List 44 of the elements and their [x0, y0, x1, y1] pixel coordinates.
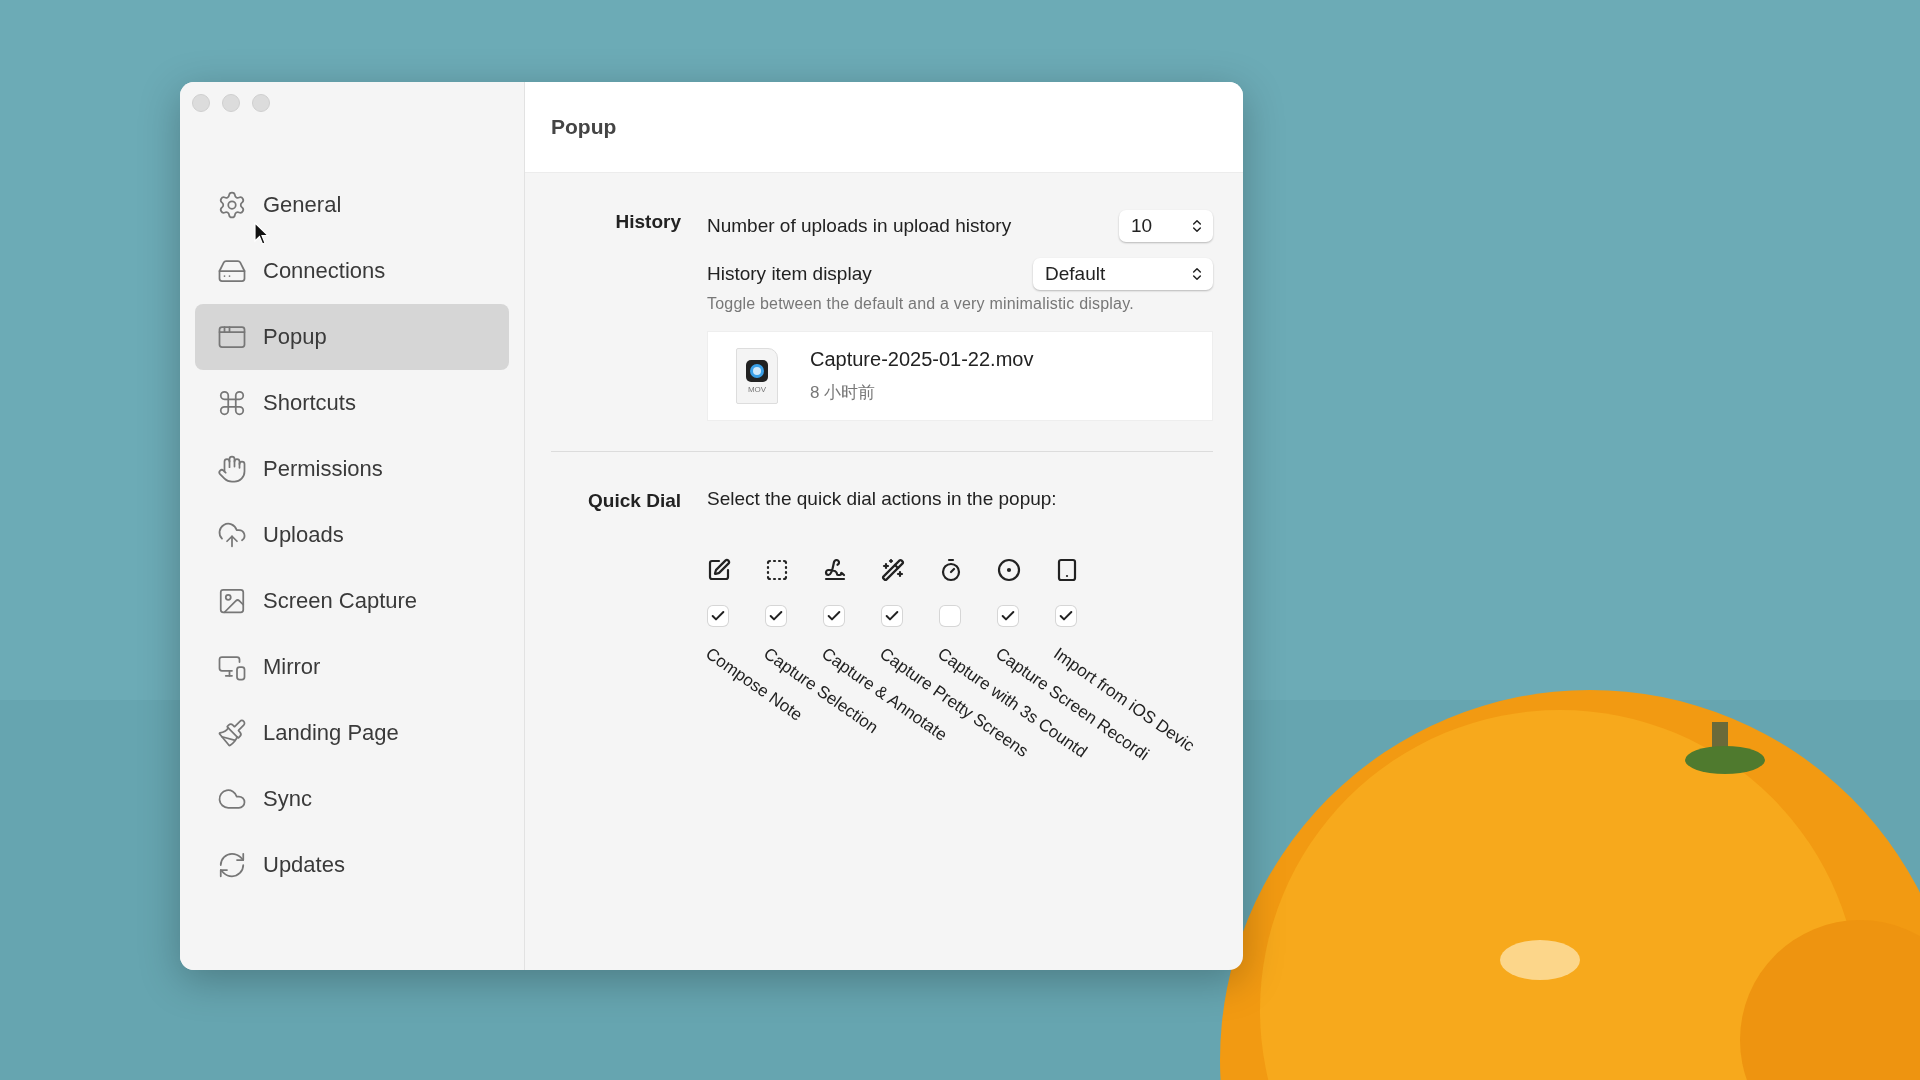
image-icon — [217, 586, 247, 616]
video-file-icon: MOV — [736, 348, 778, 404]
tablet-icon — [1055, 558, 1079, 582]
sidebar-item[interactable]: Updates — [195, 832, 509, 898]
checkbox[interactable] — [1056, 606, 1076, 626]
paintbrush-icon — [217, 718, 247, 748]
command-icon — [217, 388, 247, 418]
sidebar-item[interactable]: Landing Page — [195, 700, 509, 766]
sidebar-item[interactable]: Screen Capture — [195, 568, 509, 634]
file-name: Capture-2025-01-22.mov — [810, 348, 1034, 371]
window-title: Popup — [551, 115, 617, 139]
display-dropdown[interactable]: Default — [1033, 258, 1213, 290]
pen-square-icon — [707, 558, 731, 582]
sidebar-item[interactable]: Connections — [195, 238, 509, 304]
cloud-upload-icon — [217, 520, 247, 550]
sidebar-item[interactable]: Uploads — [195, 502, 509, 568]
checkbox[interactable] — [940, 606, 960, 626]
section-label: History — [615, 211, 681, 233]
checkbox[interactable] — [998, 606, 1018, 626]
checkbox[interactable] — [882, 606, 902, 626]
dashed-square-icon — [765, 558, 789, 582]
refresh-icon — [217, 850, 247, 880]
hint-text: Toggle between the default and a very minimalistic display. — [707, 295, 1135, 313]
file-time: 8 小时前 — [810, 382, 877, 404]
checkbox[interactable] — [766, 606, 786, 626]
sidebar-item[interactable]: Shortcuts — [195, 370, 509, 436]
sidebar-item[interactable]: Permissions — [195, 436, 509, 502]
sidebar-item[interactable]: General — [195, 172, 509, 238]
checkbox[interactable] — [708, 606, 728, 626]
signature-icon — [823, 558, 847, 582]
sidebar-item[interactable]: Mirror — [195, 634, 509, 700]
timer-icon — [939, 558, 963, 582]
setting-label: Number of uploads in upload history — [707, 215, 1012, 237]
prompt-text: Select the quick dial actions in the popup: — [707, 488, 1058, 510]
checkbox[interactable] — [824, 606, 844, 626]
sidebar-item[interactable]: Popup — [195, 304, 509, 370]
number-stepper[interactable]: 10 — [1119, 210, 1213, 242]
sidebar-item[interactable]: Sync — [195, 766, 509, 832]
hand-icon — [217, 454, 247, 484]
setting-label: History item display — [707, 263, 872, 285]
magic-wand-icon — [881, 558, 905, 582]
cursor-icon — [254, 222, 270, 246]
section-label: Quick Dial — [588, 490, 681, 512]
record-icon — [997, 558, 1021, 582]
